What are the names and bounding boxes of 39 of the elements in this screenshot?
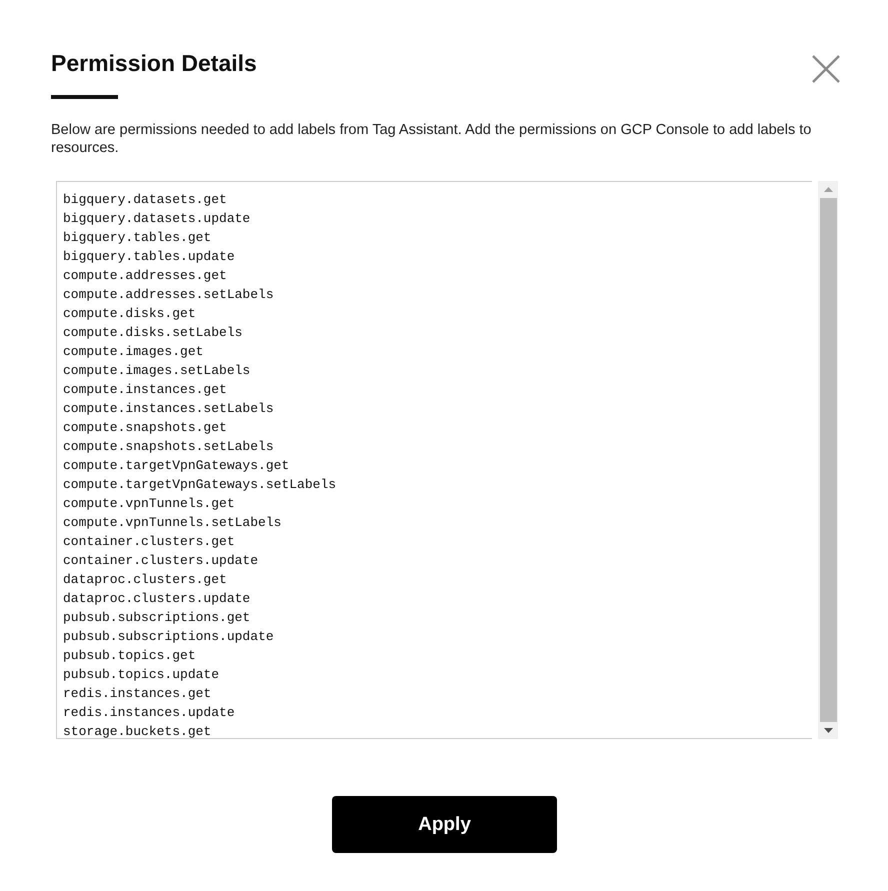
permission-line: compute.images.get — [63, 343, 204, 361]
scrollbar[interactable] — [818, 181, 838, 739]
dialog-title: Permission Details — [51, 49, 257, 78]
permission-line: redis.instances.update — [63, 704, 236, 722]
permission-line: pubsub.topics.get — [63, 647, 197, 665]
apply-button[interactable]: Apply — [332, 796, 557, 853]
permission-line: container.clusters.get — [63, 533, 236, 551]
description-text: Below are permissions needed to add labels from Tag Assistant. Add the permissions on GCP Console to add labels to resources. — [51, 121, 812, 157]
title-underline — [51, 95, 118, 99]
permission-line: redis.instances.get — [63, 685, 212, 703]
permission-line: container.clusters.update — [63, 552, 260, 570]
scrollbar-thumb[interactable] — [820, 198, 836, 722]
permission-line: compute.targetVpnGateways.get — [63, 457, 290, 475]
permission-line: dataproc.clusters.update — [63, 590, 252, 608]
permission-line: compute.snapshots.get — [63, 419, 228, 437]
permission-line: pubsub.subscriptions.get — [63, 609, 252, 627]
scroll-down-icon[interactable] — [824, 728, 832, 733]
permission-line: storage.buckets.get — [63, 723, 212, 738]
permission-line: compute.disks.setLabels — [63, 324, 244, 342]
permission-line: compute.snapshots.setLabels — [63, 438, 275, 456]
permission-line: compute.vpnTunnels.setLabels — [63, 514, 282, 532]
permission-line: compute.vpnTunnels.get — [63, 495, 236, 513]
permission-line: compute.targetVpnGateways.setLabels — [63, 476, 338, 494]
permission-line: bigquery.tables.get — [63, 229, 212, 247]
permission-line: compute.instances.get — [63, 381, 228, 399]
permission-line: bigquery.datasets.get — [63, 191, 228, 209]
permission-line: pubsub.topics.update — [63, 666, 220, 684]
scroll-up-icon[interactable] — [824, 187, 832, 192]
close-icon[interactable] — [811, 54, 841, 84]
permission-line: bigquery.tables.update — [63, 248, 236, 266]
permission-line: compute.images.setLabels — [63, 362, 252, 380]
permissions-text-area[interactable] — [56, 181, 812, 739]
permission-line: dataproc.clusters.get — [63, 571, 228, 589]
permission-line: pubsub.subscriptions.update — [63, 628, 275, 646]
permission-line: compute.addresses.get — [63, 267, 228, 285]
permission-line: compute.addresses.setLabels — [63, 286, 275, 304]
permission-line: bigquery.datasets.update — [63, 210, 252, 228]
permission-line: compute.disks.get — [63, 305, 197, 323]
permission-line: compute.instances.setLabels — [63, 400, 275, 418]
